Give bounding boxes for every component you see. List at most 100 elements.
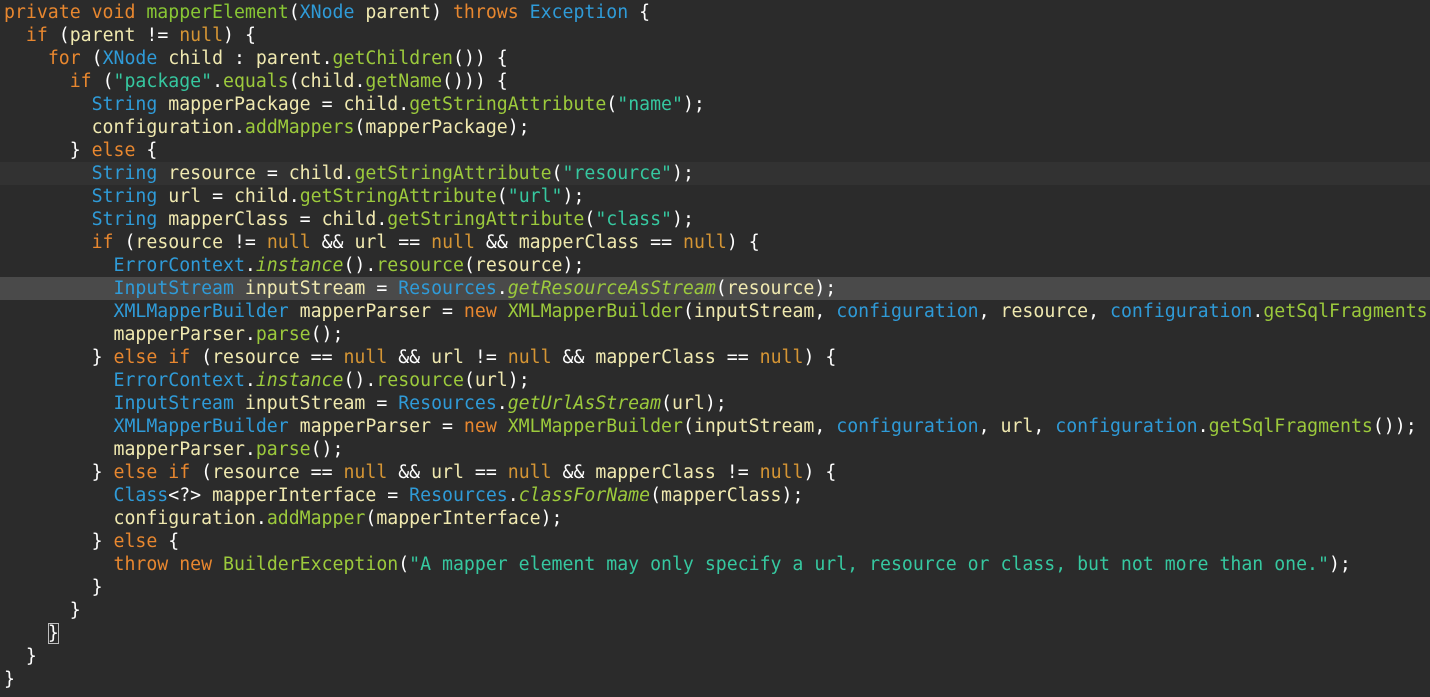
- code-token: {: [146, 140, 158, 161]
- code-token: XMLMapperBuilder: [507, 416, 683, 437]
- code-token: {: [168, 531, 180, 552]
- code-token: =: [387, 485, 410, 506]
- code-token: resource: [1000, 301, 1089, 322]
- code-token: child: [343, 94, 399, 115]
- code-token: resource: [212, 462, 311, 483]
- code-token: else: [113, 531, 169, 552]
- code-token: equals: [223, 71, 289, 92]
- code-token: }: [4, 462, 114, 483]
- code-line[interactable]: private void mapperElement(XNode parent)…: [0, 1, 1430, 24]
- code-line[interactable]: }: [0, 599, 1430, 622]
- code-token: );: [540, 508, 563, 529]
- code-token: addMappers: [244, 117, 355, 138]
- code-line[interactable]: throw new BuilderException("A mapper ele…: [0, 553, 1430, 576]
- code-line[interactable]: if (parent != null) {: [0, 24, 1430, 47]
- code-token: !=: [474, 347, 508, 368]
- code-token: ==: [726, 347, 760, 368]
- code-line[interactable]: XMLMapperBuilder mapperParser = new XMLM…: [0, 300, 1430, 323]
- code-token: );: [562, 186, 585, 207]
- code-token: ().: [343, 370, 377, 391]
- code-editor[interactable]: private void mapperElement(XNode parent)…: [0, 0, 1430, 697]
- code-token: new: [179, 554, 224, 575]
- code-line[interactable]: }: [0, 576, 1430, 599]
- code-line[interactable]: configuration.addMappers(mapperPackage);: [0, 116, 1430, 139]
- code-token: inputStream: [693, 416, 815, 437]
- code-line[interactable]: if (resource != null && url == null && m…: [0, 231, 1430, 254]
- code-line[interactable]: mapperParser.parse();: [0, 323, 1430, 346]
- code-line[interactable]: InputStream inputStream = Resources.getU…: [0, 392, 1430, 415]
- code-token: ==: [310, 462, 344, 483]
- code-line[interactable]: mapperParser.parse();: [0, 438, 1430, 461]
- code-token: );: [704, 393, 727, 414]
- code-token: =: [442, 416, 464, 437]
- code-token: .: [376, 209, 388, 230]
- code-line[interactable]: }: [0, 622, 1430, 645]
- code-token: for: [47, 48, 92, 69]
- code-token: =: [376, 278, 399, 299]
- code-line[interactable]: String url = child.getStringAttribute("u…: [0, 185, 1430, 208]
- code-token: ,: [1088, 301, 1111, 322]
- code-token: BuilderException: [223, 554, 399, 575]
- code-token: configuration: [1055, 416, 1198, 437]
- code-token: &&: [562, 347, 596, 368]
- code-line[interactable]: for (XNode child : parent.getChildren())…: [0, 47, 1430, 70]
- code-token: );: [562, 255, 585, 276]
- code-token: }: [4, 140, 92, 161]
- code-token: throws: [452, 2, 530, 23]
- code-line[interactable]: InputStream inputStream = Resources.getR…: [0, 277, 1430, 300]
- code-token: parse: [255, 324, 311, 345]
- code-line[interactable]: Class<?> mapperInterface = Resources.cla…: [0, 484, 1430, 507]
- code-token: String: [91, 163, 169, 184]
- code-token: .: [398, 94, 410, 115]
- code-line[interactable]: } else if (resource == null && url != nu…: [0, 346, 1430, 369]
- code-token: Resources: [409, 485, 508, 506]
- code-token: }: [4, 669, 15, 690]
- code-token: null: [759, 347, 804, 368]
- code-line[interactable]: }: [0, 645, 1430, 668]
- code-token: (: [288, 2, 300, 23]
- code-token: mapperParser: [113, 324, 245, 345]
- code-line[interactable]: } else {: [0, 530, 1430, 553]
- code-token: url: [431, 347, 475, 368]
- code-line[interactable]: ErrorContext.instance().resource(url);: [0, 369, 1430, 392]
- code-token: getStringAttribute: [354, 163, 552, 184]
- code-token: (: [463, 370, 475, 391]
- code-token: (: [682, 301, 694, 322]
- code-token: Class: [113, 485, 169, 506]
- code-line[interactable]: XMLMapperBuilder mapperParser = new XMLM…: [0, 415, 1430, 438]
- code-line[interactable]: String mapperPackage = child.getStringAt…: [0, 93, 1430, 116]
- code-token: .: [244, 370, 256, 391]
- code-token: url: [672, 393, 705, 414]
- code-line[interactable]: configuration.addMapper(mapperInterface)…: [0, 507, 1430, 530]
- code-token: resource: [376, 255, 464, 276]
- code-token: .: [496, 278, 508, 299]
- code-token: parent: [365, 2, 432, 23]
- code-token: .: [255, 508, 267, 529]
- code-line[interactable]: String mapperClass = child.getStringAttr…: [0, 208, 1430, 231]
- code-token: XNode: [102, 48, 169, 69]
- code-line[interactable]: String resource = child.getStringAttribu…: [0, 162, 1430, 185]
- code-line[interactable]: }: [0, 668, 1430, 691]
- code-token: resource: [726, 278, 815, 299]
- code-line[interactable]: } else if (resource == null && url == nu…: [0, 461, 1430, 484]
- code-line[interactable]: ErrorContext.instance().resource(resourc…: [0, 254, 1430, 277]
- code-token: new: [463, 416, 508, 437]
- code-line[interactable]: if ("package".equals(child.getName())) {: [0, 70, 1430, 93]
- code-token: null: [683, 232, 727, 253]
- code-token: ,: [814, 416, 837, 437]
- code-token: if: [25, 25, 59, 46]
- code-token: ) {: [726, 232, 760, 253]
- code-line[interactable]: } else {: [0, 139, 1430, 162]
- code-token: .: [288, 186, 300, 207]
- code-token: ErrorContext: [113, 255, 245, 276]
- code-token: resource: [474, 255, 563, 276]
- code-token: <?>: [168, 485, 213, 506]
- code-token: url: [168, 186, 213, 207]
- matched-bracket: }: [47, 623, 59, 644]
- code-token: child: [233, 186, 289, 207]
